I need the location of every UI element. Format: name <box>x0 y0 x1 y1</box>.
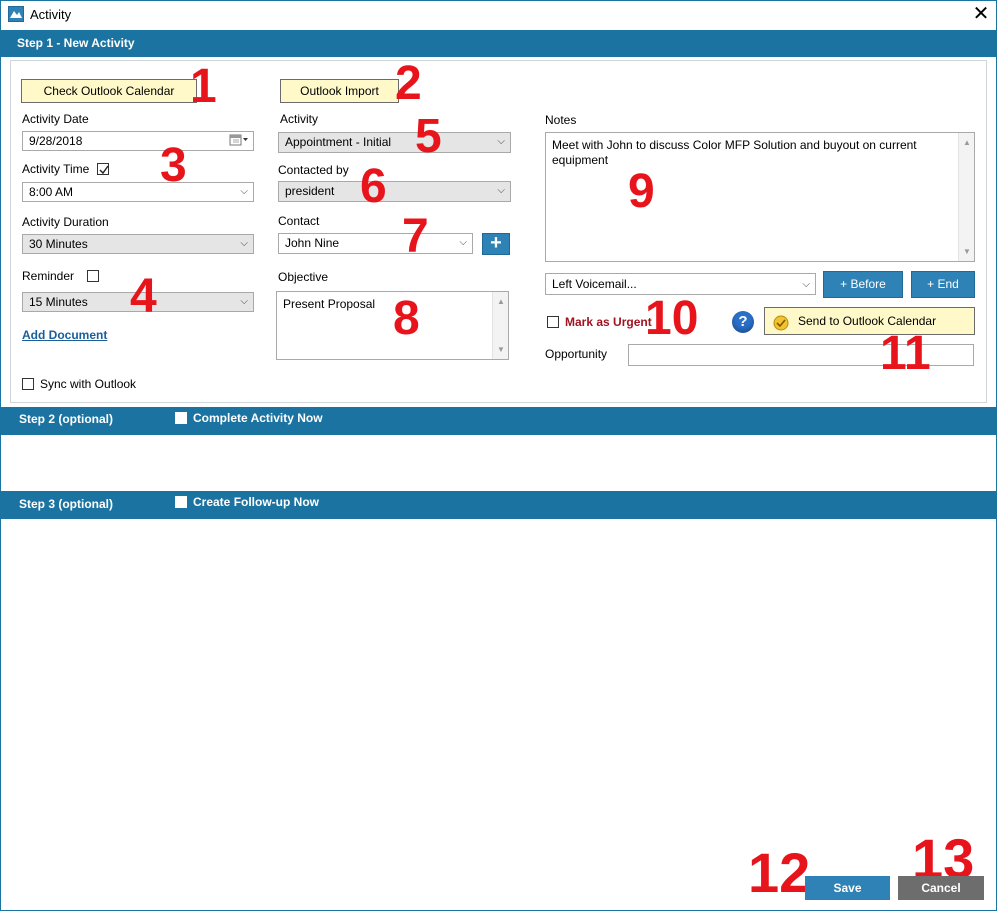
activity-duration-label: Activity Duration <box>22 215 109 229</box>
objective-value: Present Proposal <box>283 297 376 311</box>
check-icon <box>99 165 109 175</box>
annotation-4: 4 <box>130 270 157 323</box>
complete-activity-checkbox[interactable] <box>175 412 187 424</box>
objective-label: Objective <box>278 270 329 284</box>
title-bar: Activity ✕ <box>0 0 997 30</box>
calendar-icon[interactable] <box>229 133 249 152</box>
annotation-12: 12 <box>748 841 811 904</box>
insert-end-button[interactable]: + End <box>911 271 975 298</box>
annotation-5: 5 <box>415 110 442 163</box>
activity-select[interactable]: Appointment - Initial ⌵ <box>278 132 511 153</box>
chevron-down-icon: ⌵ <box>497 136 505 147</box>
add-document-link[interactable]: Add Document <box>22 328 107 342</box>
create-followup-checkbox[interactable] <box>175 496 187 508</box>
activity-date-value: 9/28/2018 <box>29 134 83 148</box>
chevron-down-icon: ⌵ <box>802 279 810 290</box>
chevron-down-icon: ⌵ <box>240 296 248 307</box>
activity-duration-value: 30 Minutes <box>29 237 88 251</box>
contact-label: Contact <box>278 214 320 228</box>
annotation-10: 10 <box>645 292 699 345</box>
activity-value: Appointment - Initial <box>285 135 392 149</box>
annotation-7: 7 <box>402 210 429 263</box>
send-to-outlook-calendar-button[interactable]: Send to Outlook Calendar <box>764 307 975 335</box>
step1-title: Step 1 - New Activity <box>17 36 135 50</box>
save-button[interactable]: Save <box>805 876 890 900</box>
complete-activity-label: Complete Activity Now <box>193 411 323 425</box>
annotation-2: 2 <box>395 57 422 110</box>
contact-select[interactable]: John Nine ⌵ <box>278 233 473 254</box>
close-icon[interactable]: ✕ <box>966 2 996 28</box>
reminder-checkbox[interactable] <box>87 270 99 282</box>
step2-title: Step 2 (optional) <box>19 412 113 426</box>
mark-urgent-label: Mark as Urgent <box>565 315 652 329</box>
step2-header: Step 2 (optional) Complete Activity Now <box>1 407 996 435</box>
plus-icon: + <box>490 232 502 254</box>
activity-time-checkbox[interactable] <box>97 163 109 175</box>
notes-label: Notes <box>545 113 577 127</box>
note-template-value: Left Voicemail... <box>552 277 637 291</box>
contact-value: John Nine <box>285 236 340 250</box>
reminder-label: Reminder <box>22 269 75 283</box>
step3-title: Step 3 (optional) <box>19 497 113 511</box>
insert-before-button[interactable]: + Before <box>823 271 903 298</box>
contacted-by-select[interactable]: president ⌵ <box>278 181 511 202</box>
annotation-8: 8 <box>393 292 420 345</box>
help-icon[interactable]: ? <box>732 311 754 333</box>
notes-textarea[interactable]: Meet with John to discuss Color MFP Solu… <box>545 132 975 262</box>
contacted-by-label: Contacted by <box>278 163 349 177</box>
contacted-by-value: president <box>285 184 335 198</box>
activity-duration-select[interactable]: 30 Minutes ⌵ <box>22 234 254 254</box>
activity-date-label: Activity Date <box>22 112 89 126</box>
activity-date-field[interactable]: 9/28/2018 <box>22 131 254 151</box>
outlook-icon <box>773 314 789 340</box>
chevron-down-icon: ⌵ <box>459 237 467 248</box>
send-to-outlook-label: Send to Outlook Calendar <box>798 314 937 328</box>
objective-scrollbar[interactable]: ▲ ▼ <box>492 292 508 359</box>
sync-outlook-checkbox[interactable] <box>22 378 34 390</box>
activity-time-label: Activity Time <box>22 162 90 176</box>
create-followup-label: Create Follow-up Now <box>193 495 319 509</box>
check-outlook-calendar-button[interactable]: Check Outlook Calendar <box>21 79 197 103</box>
outlook-import-button[interactable]: Outlook Import <box>280 79 399 103</box>
activity-time-value: 8:00 AM <box>29 185 74 199</box>
notes-value: Meet with John to discuss Color MFP Solu… <box>552 138 917 167</box>
annotation-6: 6 <box>360 160 387 213</box>
step3-header: Step 3 (optional) Create Follow-up Now <box>1 491 996 519</box>
activity-time-select[interactable]: 8:00 AM ⌵ <box>22 182 254 202</box>
activity-label: Activity <box>280 112 319 126</box>
step1-header: Step 1 - New Activity <box>1 30 996 57</box>
app-icon <box>8 6 24 22</box>
cancel-button[interactable]: Cancel <box>898 876 984 900</box>
mark-urgent-checkbox[interactable] <box>547 316 559 328</box>
chevron-down-icon: ⌵ <box>240 186 248 197</box>
add-contact-button[interactable]: + <box>482 233 510 255</box>
annotation-11: 11 <box>880 327 931 380</box>
window-title: Activity <box>30 7 72 22</box>
chevron-down-icon: ⌵ <box>240 238 248 249</box>
opportunity-label: Opportunity <box>545 347 608 361</box>
reminder-value: 15 Minutes <box>29 295 88 309</box>
chevron-down-icon: ⌵ <box>497 185 505 196</box>
annotation-9: 9 <box>628 165 655 218</box>
sync-outlook-label: Sync with Outlook <box>40 377 137 391</box>
annotation-1: 1 <box>190 60 217 113</box>
notes-scrollbar[interactable]: ▲ ▼ <box>958 133 974 261</box>
